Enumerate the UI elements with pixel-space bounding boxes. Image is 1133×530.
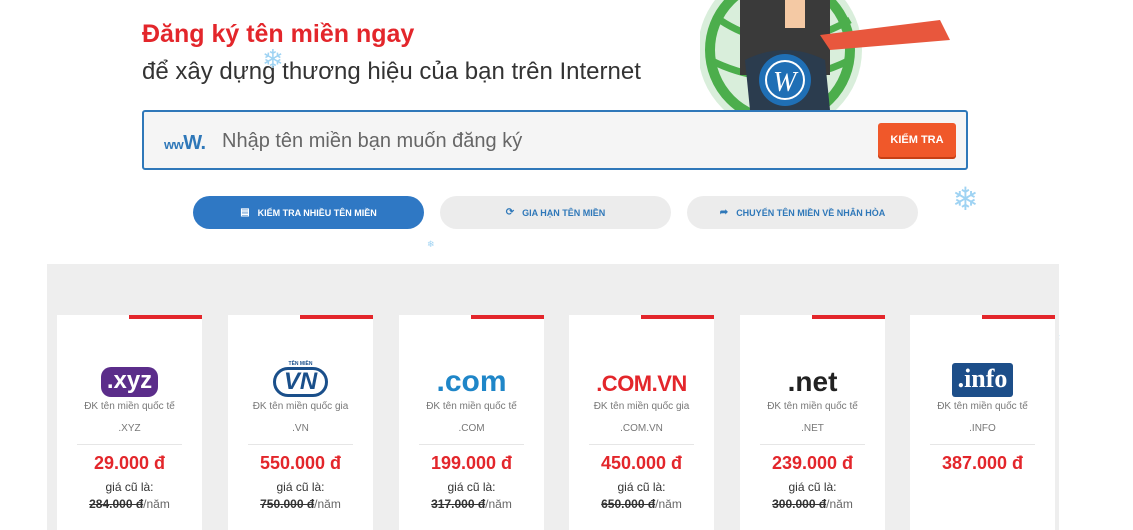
domain-price: 450.000 đ	[600, 453, 683, 473]
domain-description: ĐK tên miền quốc tế	[937, 401, 1028, 412]
domain-price: 239.000 đ	[771, 453, 854, 473]
domain-tld: .VN	[292, 423, 309, 434]
vn-logo: TÊN MIỀN VN	[228, 353, 373, 397]
domain-tld: .XYZ	[118, 423, 141, 434]
refresh-icon: ⟳	[505, 207, 515, 218]
domain-price: 29.000 đ	[93, 453, 166, 473]
old-price: 300.000 đ	[772, 497, 827, 511]
snowflake-icon: ❄	[952, 181, 979, 217]
domain-price: 387.000 đ	[941, 453, 1024, 473]
domain-card-xyz[interactable]: .xyz ĐK tên miền quốc tế .XYZ 29.000 đ g…	[57, 315, 202, 530]
old-price-label: giá cũ là:	[617, 480, 666, 494]
old-price-row: 750.000 đ/năm	[260, 497, 341, 511]
share-arrow-icon: ➦	[719, 207, 729, 218]
xyz-logo: .xyz	[57, 353, 202, 397]
page-subtitle: để xây dựng thương hiệu của bạn trên Int…	[142, 58, 641, 85]
check-domain-button[interactable]: KIỂM TRA	[878, 123, 956, 157]
old-price-row: 317.000 đ/năm	[431, 497, 512, 511]
net-logo: .net	[787, 366, 838, 397]
com-logo: .com	[436, 365, 507, 398]
old-price-label: giá cũ là:	[788, 480, 837, 494]
snowflake-icon: ❄	[427, 239, 435, 249]
domain-card-com[interactable]: .com ĐK tên miền quốc tế .COM 199.000 đ …	[399, 315, 544, 530]
domain-card-comvn[interactable]: .COM.VN ĐK tên miền quốc gia .COM.VN 450…	[569, 315, 714, 530]
svg-text:W: W	[773, 67, 799, 98]
domain-tld: .NET	[801, 423, 824, 434]
domain-search-box: wwW. KIỂM TRA	[142, 110, 968, 170]
old-price-row: 300.000 đ/năm	[772, 497, 853, 511]
snowflake-icon: ❄	[262, 44, 284, 74]
renew-domain-button[interactable]: ⟳ GIA HẠN TÊN MIỀN	[440, 196, 671, 229]
domain-search-input[interactable]	[222, 126, 822, 156]
old-price-row: 284.000 đ/năm	[89, 497, 170, 511]
old-price-row: 650.000 đ/năm	[601, 497, 682, 511]
domain-tld: .INFO	[969, 423, 996, 434]
old-price: 284.000 đ	[89, 497, 144, 511]
old-price: 650.000 đ	[601, 497, 656, 511]
old-price-label: giá cũ là:	[447, 480, 496, 494]
domain-description: ĐK tên miền quốc tế	[426, 401, 517, 412]
list-icon: ▤	[240, 207, 250, 218]
domain-card-vn[interactable]: TÊN MIỀN VN ĐK tên miền quốc gia .VN 550…	[228, 315, 373, 530]
check-multiple-domains-button[interactable]: ▤ KIỂM TRA NHIỀU TÊN MIỀN	[193, 196, 424, 229]
domain-description: ĐK tên miền quốc tế	[84, 401, 175, 412]
www-logo: wwW.	[164, 132, 206, 154]
old-price: 750.000 đ	[260, 497, 315, 511]
old-price-label: giá cũ là:	[276, 480, 325, 494]
info-logo: .info	[910, 353, 1055, 397]
transfer-domain-button[interactable]: ➦ CHUYỂN TÊN MIỀN VỀ NHÂN HÒA	[687, 196, 918, 229]
old-price-label: giá cũ là:	[105, 480, 154, 494]
domain-card-info[interactable]: .info ĐK tên miền quốc tế .INFO 387.000 …	[910, 315, 1055, 530]
domain-tld: .COM.VN	[620, 423, 663, 434]
comvn-logo: .COM.VN	[596, 371, 687, 396]
wordpress-hero-illustration: W	[700, 0, 990, 110]
domain-description: ĐK tên miền quốc gia	[252, 401, 349, 412]
domain-tld: .COM	[458, 423, 485, 434]
domain-card-net[interactable]: .net ĐK tên miền quốc tế .NET 239.000 đ …	[740, 315, 885, 530]
domain-description: ĐK tên miền quốc tế	[767, 401, 858, 412]
old-price: 317.000 đ	[431, 497, 486, 511]
domain-description: ĐK tên miền quốc gia	[593, 401, 690, 412]
domain-price: 550.000 đ	[259, 453, 342, 473]
domain-price: 199.000 đ	[430, 453, 513, 473]
